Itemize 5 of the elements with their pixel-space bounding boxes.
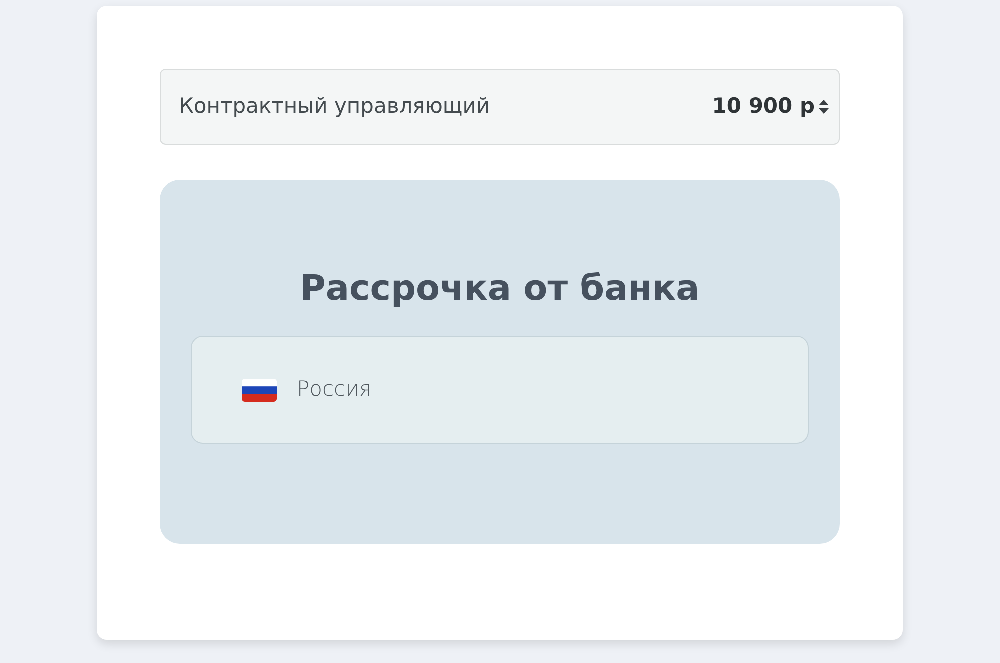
country-option[interactable]: Россия [191,336,809,444]
sort-arrows-icon [819,100,829,114]
panel-title: Рассрочка от банка [299,268,701,310]
flag-icon [242,378,277,402]
tariff-select[interactable]: Контрактный управляющий 10 900 р [160,69,840,145]
